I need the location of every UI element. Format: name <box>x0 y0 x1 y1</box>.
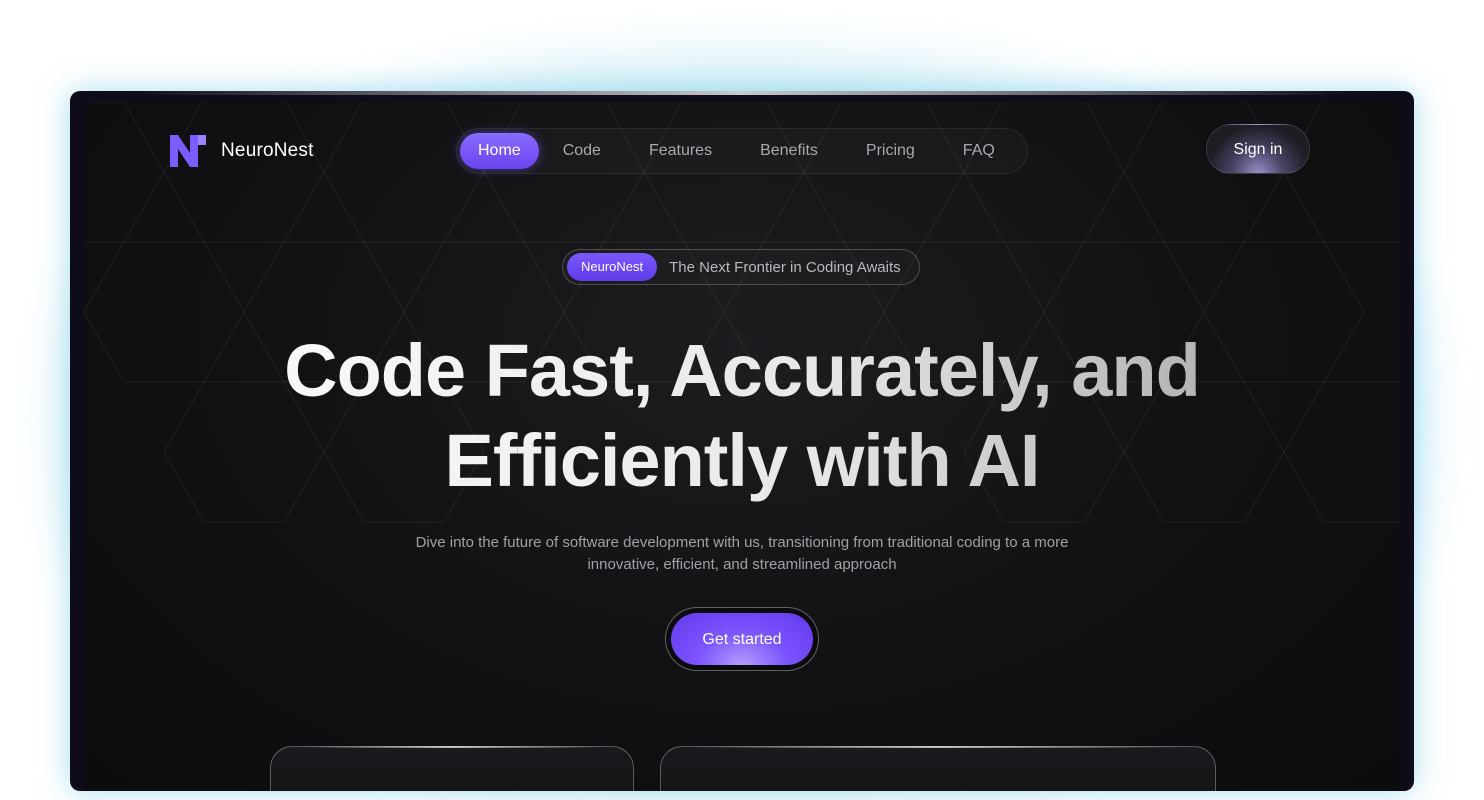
preview-card-left <box>270 746 634 791</box>
nav-features[interactable]: Features <box>625 133 736 169</box>
badge-pill: NeuroNest <box>567 253 658 281</box>
nav-benefits[interactable]: Benefits <box>736 133 842 169</box>
hero-headline: Code Fast, Accurately, and Efficiently w… <box>84 326 1400 506</box>
get-started-button[interactable]: Get started <box>671 613 813 665</box>
description-line-2: innovative, efficient, and streamlined a… <box>587 556 897 573</box>
headline-line-1: Code Fast, Accurately, and <box>84 326 1400 416</box>
nav-code[interactable]: Code <box>539 133 625 169</box>
badge-text: The Next Frontier in Coding Awaits <box>669 258 901 276</box>
landing-page: NeuroNest Home Code Features Benefits Pr… <box>84 102 1400 791</box>
brand-name: NeuroNest <box>221 140 314 161</box>
sign-in-button[interactable]: Sign in <box>1206 124 1310 174</box>
browser-frame: NeuroNest Home Code Features Benefits Pr… <box>70 91 1414 791</box>
main-nav: Home Code Features Benefits Pricing FAQ <box>456 128 1028 174</box>
nav-home[interactable]: Home <box>460 133 539 169</box>
get-started-button-frame: Get started <box>665 607 819 671</box>
hero-description: Dive into the future of software develop… <box>84 532 1400 576</box>
nav-pricing[interactable]: Pricing <box>842 133 939 169</box>
frame-highlight <box>130 91 1354 95</box>
preview-card-right <box>660 746 1216 791</box>
description-line-1: Dive into the future of software develop… <box>415 534 1069 551</box>
announcement-badge[interactable]: NeuroNest The Next Frontier in Coding Aw… <box>562 249 920 285</box>
nav-faq[interactable]: FAQ <box>939 133 1019 169</box>
neuronest-logo-icon <box>170 135 206 167</box>
headline-line-2: Efficiently with AI <box>84 416 1400 506</box>
brand-logo[interactable]: NeuroNest <box>170 135 314 167</box>
